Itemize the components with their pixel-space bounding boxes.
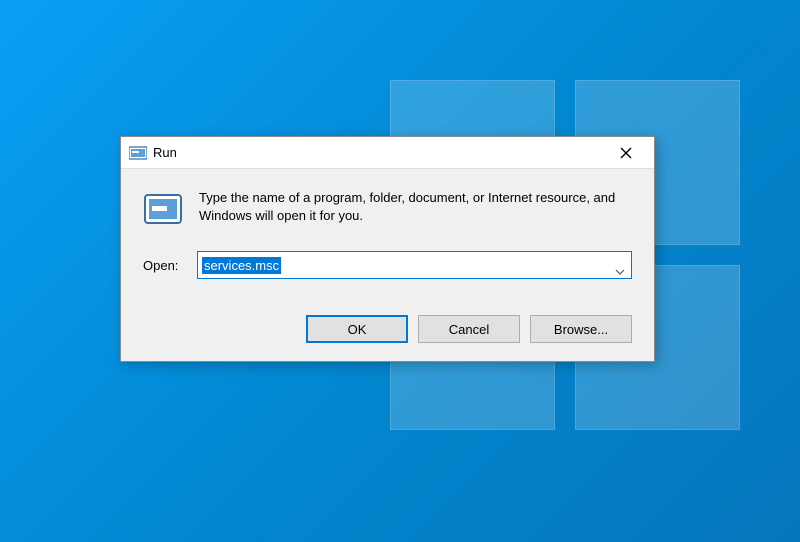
open-value: services.msc bbox=[202, 257, 281, 274]
dialog-content: Type the name of a program, folder, docu… bbox=[121, 169, 654, 301]
open-combobox[interactable]: services.msc bbox=[197, 251, 632, 279]
chevron-down-icon[interactable] bbox=[615, 262, 625, 268]
close-button[interactable] bbox=[606, 139, 646, 167]
ok-button[interactable]: OK bbox=[306, 315, 408, 343]
title-bar: Run bbox=[121, 137, 654, 169]
open-label: Open: bbox=[143, 258, 185, 273]
open-row: Open: services.msc bbox=[143, 251, 632, 279]
browse-button[interactable]: Browse... bbox=[530, 315, 632, 343]
cancel-button[interactable]: Cancel bbox=[418, 315, 520, 343]
description-text: Type the name of a program, folder, docu… bbox=[199, 189, 632, 225]
button-row: OK Cancel Browse... bbox=[121, 301, 654, 361]
title-text: Run bbox=[153, 145, 606, 160]
description-row: Type the name of a program, folder, docu… bbox=[143, 189, 632, 229]
run-dialog: Run Type the name of a program, folder, … bbox=[120, 136, 655, 362]
run-title-icon bbox=[129, 146, 147, 160]
run-icon bbox=[143, 189, 183, 229]
